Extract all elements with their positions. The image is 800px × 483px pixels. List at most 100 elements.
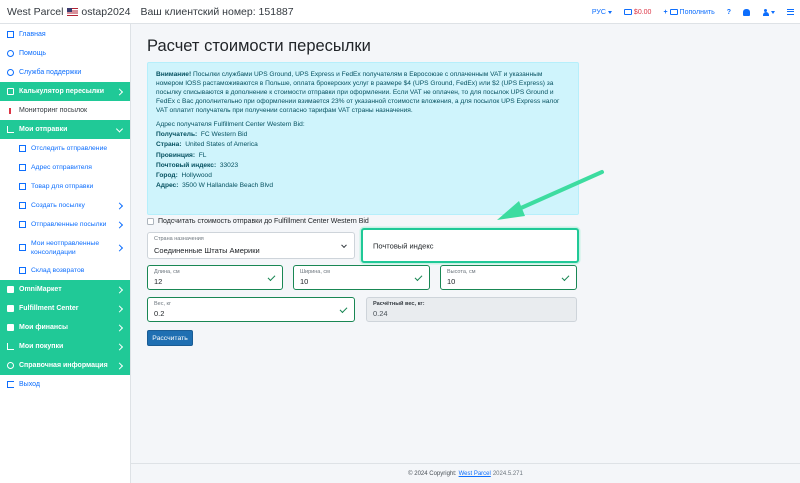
address-key: Почтовый индекс: [156, 161, 217, 169]
info-icon [7, 362, 14, 369]
language-label: РУС [591, 8, 606, 16]
sidebar-item-sent-parcels[interactable]: Отправленные посылки [0, 215, 130, 234]
address-key: Страна: [156, 141, 182, 149]
length-label: Длина, см [154, 269, 180, 275]
sidebar-item-logout[interactable]: Выход [0, 375, 130, 394]
client-number: Ваш клиентский номер: 151887 [140, 5, 294, 18]
market-icon [7, 286, 14, 293]
sidebar-item-label: Главная [19, 31, 46, 38]
question-icon: ? [726, 8, 731, 16]
sidebar-item-label: Мои отправки [19, 126, 68, 133]
address-row: Получатель: FC Western Bid [156, 130, 570, 140]
sidebar-item-calculator[interactable]: Калькулятор пересылки [0, 82, 130, 101]
brand-name: West Parcel [7, 5, 64, 18]
check-icon [561, 272, 570, 281]
fc-checkbox-label: Подсчитать стоимость отправки до Fulfill… [158, 218, 369, 225]
sidebar-item-label: Мониторинг посылок [19, 107, 88, 114]
sidebar-item-omnimarket[interactable]: OmniMapкет [0, 280, 130, 299]
country-value: Соединенные Штаты Америки [154, 246, 260, 255]
sidebar-item-finances[interactable]: Мои финансы [0, 318, 130, 337]
address-row: Адрес: 3500 W Hallandale Beach Blvd [156, 181, 570, 191]
calculated-weight-value: 0.24 [373, 309, 388, 318]
calculated-weight-field: Расчётный вес, кг: 0.24 [366, 297, 577, 322]
sidebar-item-label: Отправленные посылки [31, 221, 107, 228]
sidebar-item-my-shipments[interactable]: Мои отправки [0, 120, 130, 139]
notifications-button[interactable] [743, 8, 750, 16]
notice-heading: Внимание! [156, 71, 192, 78]
check-icon [339, 304, 348, 313]
bell-icon [743, 8, 750, 16]
us-flag-icon [67, 7, 79, 16]
notice-text: Посылки службами UPS Ground, UPS Express… [156, 71, 560, 114]
address-icon [19, 164, 26, 171]
height-value: 10 [447, 277, 456, 286]
sidebar-item-label: Мои финансы [19, 324, 69, 331]
topup-button[interactable]: + Пополнить [663, 9, 714, 16]
country-select[interactable]: Страна назначения Соединенные Штаты Амер… [147, 232, 355, 259]
width-input[interactable]: Ширина, см 10 [293, 265, 430, 290]
sidebar-item-support[interactable]: Служба поддержки [0, 63, 130, 82]
sidebar-item-reference[interactable]: Справочная информация [0, 356, 130, 375]
user-icon [762, 8, 769, 16]
wallet-icon [669, 9, 678, 15]
user-menu[interactable] [762, 8, 775, 16]
sidebar-item-label: Склад возвратов [31, 267, 85, 274]
sidebar-item-label: Мои покупки [19, 343, 64, 350]
notice-paragraph: Внимание! Посылки службами UPS Ground, U… [156, 70, 570, 115]
language-dropdown[interactable]: РУС [592, 9, 612, 16]
lifebuoy-icon [7, 69, 14, 76]
topup-label: Пополнить [679, 8, 715, 16]
height-label: Высота, см [447, 269, 476, 275]
sidebar-item-sender-address[interactable]: Адрес отправителя [0, 158, 130, 177]
address-key: Адрес: [156, 182, 179, 190]
help-button[interactable]: ? [727, 9, 731, 16]
length-input[interactable]: Длина, см 12 [147, 265, 283, 290]
calculator-icon [7, 88, 14, 95]
address-row: Почтовый индекс: 33023 [156, 161, 570, 171]
chevron-down-icon [607, 10, 612, 14]
chevron-right-icon [115, 285, 124, 294]
address-value: FC Western Bid [200, 131, 248, 139]
sidebar-item-track[interactable]: Отследить отправление [0, 139, 130, 158]
sidebar-item-consolidations[interactable]: Мои неотправленные консолидации [0, 234, 130, 261]
chevron-right-icon [115, 201, 124, 210]
sidebar-item-create-parcel[interactable]: Создать посылку [0, 196, 130, 215]
alert-icon [9, 107, 11, 114]
info-alert: Внимание! Посылки службами UPS Ground, U… [147, 62, 579, 215]
fc-checkbox-row[interactable]: Подсчитать стоимость отправки до Fulfill… [147, 218, 369, 225]
sidebar: Главная Помощь Служба поддержки Калькуля… [0, 24, 131, 483]
sidebar-item-fulfillment[interactable]: Fulfillment Center [0, 299, 130, 318]
sidebar-item-returns[interactable]: Склад возвратов [0, 261, 130, 280]
address-value: FL [198, 151, 207, 159]
balance-link[interactable]: $0.00 [623, 9, 651, 16]
sidebar-item-home[interactable]: Главная [0, 25, 130, 44]
sidebar-item-help[interactable]: Помощь [0, 44, 130, 63]
weight-input[interactable]: Вес, кг 0.2 [147, 297, 355, 322]
top-right-menu: РУС $0.00 + Пополнить ? [592, 0, 794, 24]
fc-checkbox[interactable] [147, 218, 154, 225]
height-input[interactable]: Высота, см 10 [440, 265, 577, 290]
address-value: 33023 [219, 161, 239, 169]
sidebar-item-label: Создать посылку [31, 202, 85, 209]
sidebar-item-monitoring[interactable]: Мониторинг посылок [0, 101, 130, 120]
menu-toggle[interactable] [787, 9, 794, 15]
address-row: Страна: United States of America [156, 140, 570, 150]
wallet-icon [7, 324, 14, 331]
footer-link[interactable]: West Parcel [459, 471, 491, 477]
brand[interactable]: West Parcel ostap2024 [7, 6, 130, 18]
sidebar-item-label: Мои неотправленные консолидации [31, 239, 100, 256]
sidebar-item-label: Калькулятор пересылки [19, 88, 104, 95]
address-key: Провинция: [156, 151, 196, 159]
calculate-button[interactable]: Рассчитать [147, 330, 193, 346]
calculated-weight-label: Расчётный вес, кг: [373, 301, 425, 307]
footer-version: 2024.5.271 [492, 470, 523, 477]
sidebar-item-purchases[interactable]: Мои покупки [0, 337, 130, 356]
postal-code-input[interactable]: Почтовый индекс [361, 228, 579, 263]
sidebar-item-label: Отследить отправление [31, 145, 108, 152]
address-value: 3500 W Hallandale Beach Blvd [182, 182, 273, 190]
warehouse-icon [19, 267, 26, 274]
footer: © 2024 Copyright: West Parcel 2024.5.271 [131, 463, 800, 483]
chevron-right-icon [115, 361, 124, 370]
sidebar-item-goods[interactable]: Товар для отправки [0, 177, 130, 196]
weight-label: Вес, кг [154, 301, 171, 307]
